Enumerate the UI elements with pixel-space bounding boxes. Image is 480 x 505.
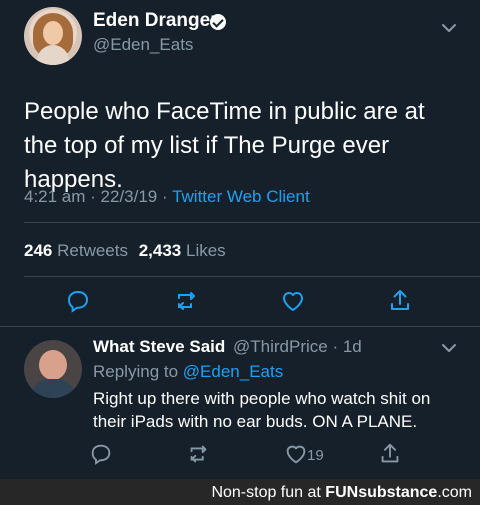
watermark-brand-fun: FUN <box>325 484 359 501</box>
client-link[interactable]: Twitter Web Client <box>172 187 310 206</box>
divider <box>0 326 480 327</box>
replying-label: Replying to <box>93 362 179 381</box>
retweet-icon[interactable] <box>186 441 212 467</box>
reply-actions <box>0 441 480 467</box>
divider <box>24 276 480 277</box>
watermark-suffix: .com <box>437 484 472 501</box>
share-icon[interactable] <box>377 441 403 467</box>
chevron-down-icon[interactable] <box>440 340 458 356</box>
replying-to-handle[interactable]: @Eden_Eats <box>183 362 283 381</box>
watermark-prefix: Non-stop fun at <box>211 484 321 501</box>
heart-icon[interactable] <box>283 441 309 467</box>
reply-text: Right up there with people who watch shi… <box>93 389 431 431</box>
reply-icon[interactable] <box>64 287 92 315</box>
retweets-count[interactable]: 246 <box>24 241 52 260</box>
retweets-label[interactable]: Retweets <box>57 241 128 260</box>
tweet-stats: 246 Retweets 2,433 Likes <box>24 241 226 261</box>
author-avatar[interactable] <box>24 7 82 65</box>
replying-to: Replying to @Eden_Eats <box>93 362 283 382</box>
tweet-text: People who FaceTime in public are at the… <box>24 98 425 193</box>
author-handle[interactable]: @Eden_Eats <box>93 35 193 55</box>
heart-icon[interactable] <box>279 287 307 315</box>
reply-likes-count: 19 <box>307 447 324 464</box>
verified-icon <box>210 14 226 30</box>
timestamp: 4:21 am · 22/3/19 · <box>24 187 168 206</box>
share-icon[interactable] <box>386 287 414 315</box>
author-name[interactable]: Eden Dranger <box>93 10 218 32</box>
tweet-meta: 4:21 am · 22/3/19 · Twitter Web Client <box>24 187 310 207</box>
likes-count[interactable]: 2,433 <box>139 241 182 260</box>
retweet-icon[interactable] <box>173 287 201 315</box>
divider <box>24 222 480 223</box>
chevron-down-icon[interactable] <box>440 20 458 36</box>
watermark-brand-substance: substance <box>358 484 438 501</box>
reply-author-handle[interactable]: @ThirdPrice · 1d <box>233 337 362 357</box>
likes-label[interactable]: Likes <box>186 241 226 260</box>
watermark-text: Non-stop fun at FUNsubstance.com <box>211 484 472 502</box>
reply-author-name[interactable]: What Steve Said <box>93 337 225 357</box>
reply-author-avatar[interactable] <box>24 340 82 398</box>
reply-icon[interactable] <box>88 441 114 467</box>
tweet-actions <box>0 287 480 315</box>
